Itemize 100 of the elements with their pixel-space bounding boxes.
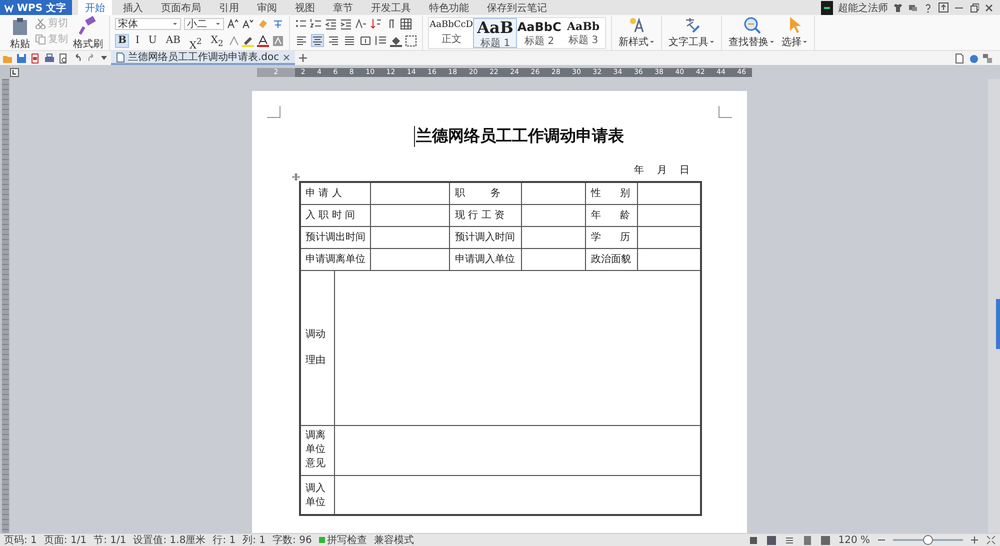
section-label: 调动理由 xyxy=(300,270,334,425)
text-effect-icon[interactable] xyxy=(229,35,240,46)
user-name[interactable]: 超能之法师 xyxy=(838,0,888,14)
field-label: 入 职 时 间 xyxy=(300,204,371,226)
status-item: 字数: 96 xyxy=(272,534,312,546)
print-icon[interactable] xyxy=(44,52,55,64)
reading-view-icon[interactable] xyxy=(820,534,832,546)
text-tools-button[interactable]: 文字工具 xyxy=(667,16,716,49)
fullscreen-icon[interactable] xyxy=(748,534,760,546)
grow-font-icon[interactable] xyxy=(227,18,239,29)
align-left-button[interactable] xyxy=(295,34,308,47)
highlight-icon[interactable] xyxy=(242,34,254,46)
line-spacing-icon[interactable] xyxy=(375,35,388,46)
font-size-dropdown[interactable]: 小二 xyxy=(184,18,224,30)
ribbon-tab[interactable]: 插入 xyxy=(116,0,150,15)
margin-mark-icon xyxy=(718,106,732,118)
app-logo-icon xyxy=(4,2,14,12)
document-tab[interactable]: 兰德网络员工工作调动申请表.doc xyxy=(111,51,296,65)
outline-view-icon[interactable] xyxy=(784,534,796,546)
pdf-export-icon[interactable] xyxy=(30,52,41,64)
ribbon-tab[interactable]: 保存到云笔记 xyxy=(480,0,554,15)
painter-button[interactable]: 格式刷 xyxy=(72,16,104,51)
table-grid-icon[interactable] xyxy=(400,18,412,30)
status-item: 页码: 1 xyxy=(4,534,37,546)
select-button[interactable]: 选择 xyxy=(780,16,810,49)
status-item: 设置值: 1.8厘米 xyxy=(133,534,206,546)
spell-check-toggle[interactable]: 拼写检查 xyxy=(318,534,367,546)
close-icon[interactable] xyxy=(984,2,994,12)
font-style-button[interactable]: X$_{2}$ xyxy=(208,34,226,48)
sort-icon[interactable] xyxy=(370,18,382,29)
zoom-in-icon[interactable] xyxy=(970,535,979,545)
pinyin-icon[interactable] xyxy=(272,18,284,29)
print-preview-icon[interactable] xyxy=(58,52,69,64)
ribbon-tab[interactable]: 视图 xyxy=(288,0,322,15)
chat-icon[interactable] xyxy=(908,2,918,12)
table-move-handle-icon[interactable] xyxy=(292,173,300,181)
save-icon[interactable] xyxy=(16,52,27,64)
status-item: 列: 1 xyxy=(242,534,266,546)
margin-mark-icon xyxy=(266,106,280,118)
find-replace-button[interactable]: 查找替换 xyxy=(727,16,776,49)
shading-icon[interactable] xyxy=(390,34,402,46)
paste-button[interactable]: 粘贴 xyxy=(9,16,31,51)
close-icon[interactable] xyxy=(282,52,292,62)
ribbon-tab[interactable]: 审阅 xyxy=(250,0,284,15)
change-case-icon[interactable] xyxy=(355,18,368,29)
font-style-button[interactable]: X$^{2}$ xyxy=(186,34,205,48)
ribbon-tab[interactable]: 引用 xyxy=(212,0,246,15)
help-icon[interactable] xyxy=(923,2,933,12)
tab-stop-icon[interactable] xyxy=(10,68,19,76)
layout-icon[interactable] xyxy=(982,52,993,64)
ribbon-tab[interactable]: 页面布局 xyxy=(154,0,208,15)
paint-brush-icon xyxy=(78,16,98,36)
align-center-button[interactable] xyxy=(311,34,324,47)
page-view-icon[interactable] xyxy=(766,534,778,546)
status-item: 行: 1 xyxy=(212,534,236,546)
zoom-slider-thumb[interactable] xyxy=(923,535,933,545)
document-title: 兰德网络员工工作调动申请表 xyxy=(414,126,624,147)
font-name-dropdown[interactable]: 宋体 xyxy=(115,18,181,30)
fit-window-icon[interactable] xyxy=(986,535,996,545)
web-view-icon[interactable] xyxy=(802,534,814,546)
zoom-percent[interactable]: 120 % xyxy=(838,534,870,546)
decrease-indent-icon[interactable] xyxy=(325,18,338,30)
vertical-scrollbar[interactable] xyxy=(988,79,1000,533)
field-label: 预计调入时间 xyxy=(450,226,522,248)
font-style-button[interactable]: I xyxy=(132,34,142,48)
field-label: 学 历 xyxy=(586,226,638,248)
align-distributed-button[interactable] xyxy=(359,34,372,47)
font-style-button[interactable]: U xyxy=(145,34,160,48)
font-style-button[interactable]: B xyxy=(115,34,130,48)
dropdown-caret-icon xyxy=(769,39,776,45)
font-color-icon[interactable] xyxy=(257,34,270,46)
ribbon-tab[interactable]: 特色功能 xyxy=(422,0,476,15)
align-justify-button[interactable] xyxy=(343,34,356,47)
font-style-button[interactable]: AB xyxy=(162,34,184,48)
find-replace-icon xyxy=(742,16,761,34)
restore-ribbon-icon[interactable] xyxy=(938,2,949,13)
new-tab-icon[interactable] xyxy=(298,53,308,63)
align-right-button[interactable] xyxy=(327,34,340,47)
new-style-button[interactable]: 新样式 xyxy=(617,16,656,49)
bullet-list-icon[interactable] xyxy=(295,18,308,29)
align-left-icon xyxy=(296,35,308,46)
ribbon-tab[interactable]: 开始 xyxy=(78,0,112,15)
shirt-icon[interactable] xyxy=(893,2,903,12)
status-item: 页面: 1/1 xyxy=(44,534,87,546)
dropdown-caret-icon xyxy=(649,39,656,45)
shrink-font-icon[interactable] xyxy=(242,18,254,29)
field-label: 申请调入单位 xyxy=(450,248,522,270)
ribbon-tab[interactable]: 开发工具 xyxy=(364,0,418,15)
field-label: 申请调离单位 xyxy=(300,248,371,270)
increase-indent-icon[interactable] xyxy=(340,18,352,30)
maximize-icon[interactable] xyxy=(969,2,979,12)
style-preset[interactable]: AaB 标题 1 xyxy=(473,18,518,48)
cloud-icon[interactable] xyxy=(968,52,979,64)
numbered-list-icon[interactable] xyxy=(310,18,322,29)
status-item: 节: 1/1 xyxy=(94,534,126,546)
field-label: 性 别 xyxy=(586,182,638,204)
app-menu-button[interactable]: WPS 文字 xyxy=(0,0,72,15)
borders-icon[interactable] xyxy=(405,34,418,46)
field-label: 预计调出时间 xyxy=(300,226,371,248)
ribbon-tab[interactable]: 章节 xyxy=(326,0,360,15)
